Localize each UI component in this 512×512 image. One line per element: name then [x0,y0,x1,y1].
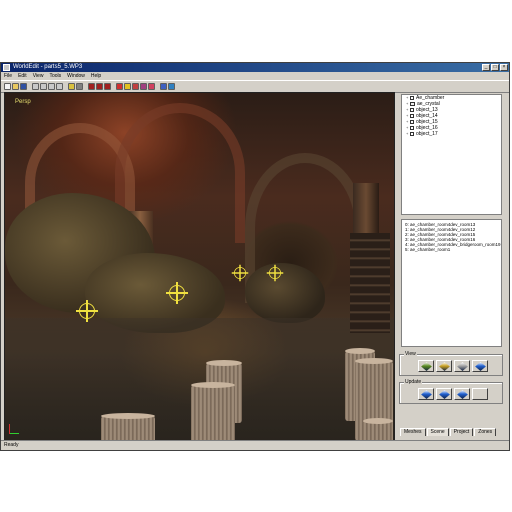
close-button[interactable]: × [500,64,508,71]
select-icon[interactable] [40,83,47,90]
toolbar-separator [156,83,159,90]
update-cube-all-icon [438,389,450,399]
menu-file[interactable]: File [4,72,12,80]
tab-meshes[interactable]: Meshes [400,428,426,436]
tab-project[interactable]: Project [449,428,474,436]
visibility-checkbox[interactable] [410,132,414,136]
paint-icon[interactable] [140,83,147,90]
menu-bar: File Edit View Tools Window Help [1,72,509,80]
3d-viewport[interactable]: Persp [4,92,395,441]
light-marker-crosshair[interactable] [76,300,98,322]
open-icon[interactable] [12,83,19,90]
light-marker-crosshair[interactable] [231,264,249,282]
update-group: Update [399,379,503,404]
move-icon[interactable] [48,83,55,90]
grid-icon[interactable] [160,83,167,90]
app-icon [3,64,10,71]
rotate-icon[interactable] [56,83,63,90]
pointer-icon[interactable] [32,83,39,90]
maximize-button[interactable]: □ [491,64,499,71]
panel-tabs: Meshes Scene Project Zones [400,428,497,436]
toolbar-separator [84,83,87,90]
update-button[interactable] [472,388,488,400]
viewport-label: Persp [15,99,31,105]
title-bar[interactable]: WorldEdit - parts5_5.WP3 _ □ × [1,63,509,72]
sphere-icon[interactable] [116,83,123,90]
update-button[interactable] [454,388,470,400]
tab-scene[interactable]: Scene [426,428,449,436]
menu-window[interactable]: Window [67,72,85,80]
status-bar: Ready [1,440,509,450]
list-item[interactable]: 5: ae_chamber_room1 [402,247,501,252]
visibility-checkbox[interactable] [410,120,414,124]
visibility-checkbox[interactable] [410,114,414,118]
toolbar-separator [28,83,31,90]
tree-item-label: object_17 [416,131,438,137]
view-group: View [399,351,503,376]
object-icon[interactable] [410,102,415,106]
circle-icon[interactable] [124,83,131,90]
update-group-label: Update [404,379,423,385]
view-cube-textured-icon [438,361,450,371]
wooden-stump [101,413,155,440]
scene-tree[interactable]: + Ae_chamber + ae_crystal + object_13 + object_… [401,94,502,215]
worldedit-window: WorldEdit - parts5_5.WP3 _ □ × File Edit… [0,62,510,451]
update-button[interactable] [436,388,452,400]
toolbar-separator [64,83,67,90]
update-cube-selected-icon [456,389,468,399]
arrow-up-icon[interactable] [104,83,111,90]
menu-help[interactable]: Help [91,72,101,80]
new-icon[interactable] [4,83,11,90]
toolbar-separator [112,83,115,90]
light-icon[interactable] [68,83,75,90]
tab-zones[interactable]: Zones [474,428,497,436]
visibility-checkbox[interactable] [410,96,414,100]
wooden-stump [191,382,235,440]
minimize-button[interactable]: _ [482,64,490,71]
light-marker-crosshair[interactable] [166,282,188,304]
arrow-right-icon[interactable] [96,83,103,90]
room-list[interactable]: 0: ae_chamber_room4dev_room13 1: ae_chamb… [401,219,502,347]
menu-view[interactable]: View [33,72,44,80]
visibility-checkbox[interactable] [410,126,414,130]
view-button[interactable] [418,360,434,372]
camera-icon[interactable] [76,83,83,90]
target-icon[interactable] [132,83,139,90]
view-cube-solid-icon [420,361,432,371]
save-icon[interactable] [20,83,27,90]
view-button[interactable] [436,360,452,372]
visibility-checkbox[interactable] [410,108,414,112]
update-cube-icon [420,389,432,399]
view-cube-blue-icon [474,361,486,371]
menu-tools[interactable]: Tools [49,72,61,80]
view-button[interactable] [472,360,488,372]
view-cube-wire-icon [456,361,468,371]
update-button[interactable] [418,388,434,400]
wooden-stump [363,418,393,440]
side-panel: + Ae_chamber + ae_crystal + object_13 + object_… [398,92,508,450]
menu-edit[interactable]: Edit [18,72,27,80]
window-title: WorldEdit - parts5_5.WP3 [13,64,83,70]
tree-item[interactable]: + object_17 [402,131,501,137]
palette-icon[interactable] [168,83,175,90]
view-group-label: View [404,351,417,357]
light-marker-crosshair[interactable] [266,264,284,282]
axis-gizmo-icon [9,422,21,434]
tag-icon[interactable] [148,83,155,90]
view-button[interactable] [454,360,470,372]
staircase [350,233,390,333]
arrow-left-icon[interactable] [88,83,95,90]
